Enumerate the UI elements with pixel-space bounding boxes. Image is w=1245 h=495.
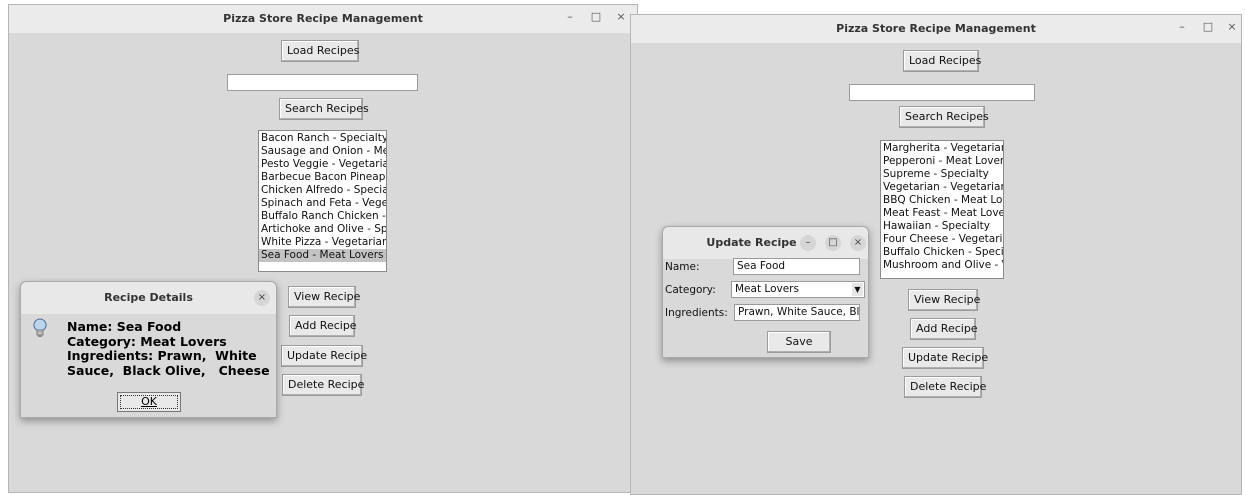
recipe-list-item[interactable]: BBQ Chicken - Meat Lovers	[881, 194, 1003, 207]
recipe-list-item[interactable]: Margherita - Vegetarian	[881, 142, 1003, 155]
recipe-details-message: Name: Sea Food Category: Meat Lovers Ing…	[67, 319, 285, 378]
recipe-list-item[interactable]: Barbecue Bacon Pineapple	[259, 171, 386, 184]
recipe-listbox[interactable]: Bacon Ranch - Specialty Sausage and Onion…	[258, 130, 387, 272]
recipe-list-item[interactable]: Supreme - Specialty	[881, 168, 1003, 181]
recipe-list-item[interactable]: Buffalo Ranch Chicken -	[259, 210, 386, 223]
left-app-window: Pizza Store Recipe Management – □ × Load…	[8, 4, 638, 493]
name-label: Name:	[665, 261, 700, 273]
recipe-list-item[interactable]: Spinach and Feta - Vegetarian	[259, 197, 386, 210]
maximize-icon[interactable]: □	[825, 235, 841, 251]
maximize-icon[interactable]: □	[589, 10, 603, 23]
ingredients-field[interactable]: Prawn, White Sauce, Black Olive, Cheese	[734, 304, 860, 321]
close-icon[interactable]: ×	[254, 290, 270, 306]
ok-button[interactable]: OK	[117, 392, 181, 412]
view-recipe-button[interactable]: View Recipe	[288, 286, 360, 308]
load-recipes-button[interactable]: Load Recipes	[281, 40, 359, 62]
name-field[interactable]: Sea Food	[733, 258, 860, 275]
category-label: Category:	[665, 284, 716, 296]
close-icon[interactable]: ×	[850, 235, 866, 251]
search-recipes-button[interactable]: Search Recipes	[899, 106, 989, 128]
search-input[interactable]	[849, 84, 1035, 101]
recipe-list-item[interactable]: Bacon Ranch - Specialty	[259, 132, 386, 145]
recipe-list-item[interactable]: Mushroom and Olive - Vegetarian	[881, 259, 1003, 272]
add-recipe-button[interactable]: Add Recipe	[289, 315, 357, 337]
ok-label: OK	[141, 395, 157, 408]
window-title: Pizza Store Recipe Management	[223, 12, 423, 25]
search-input[interactable]	[227, 74, 418, 91]
delete-recipe-button[interactable]: Delete Recipe	[282, 374, 364, 396]
recipe-list-item[interactable]: Chicken Alfredo - Specialty	[259, 184, 386, 197]
window-title: Pizza Store Recipe Management	[836, 22, 1036, 35]
load-recipes-button[interactable]: Load Recipes	[903, 50, 981, 72]
left-title-bar: Pizza Store Recipe Management – □ ×	[9, 5, 637, 33]
ingredients-label: Ingredients:	[665, 307, 728, 319]
update-recipe-button[interactable]: Update Recipe	[281, 345, 367, 367]
recipe-list-item[interactable]: Vegetarian - Vegetarian	[881, 181, 1003, 194]
dialog-title-bar: Update Recipe – □ ×	[663, 227, 868, 259]
minimize-icon[interactable]: –	[800, 235, 816, 251]
save-button[interactable]: Save	[767, 331, 831, 353]
detail-line-category: Category: Meat Lovers	[67, 333, 227, 349]
recipe-list-item[interactable]: Four Cheese - Vegetarian	[881, 233, 1003, 246]
lightbulb-icon	[33, 318, 47, 340]
recipe-list-item[interactable]: Artichoke and Olive - Specialty	[259, 223, 386, 236]
recipe-list-item[interactable]: Pepperoni - Meat Lovers	[881, 155, 1003, 168]
recipe-listbox[interactable]: Margherita - Vegetarian Pepperoni - Meat …	[880, 140, 1004, 279]
recipe-list-item[interactable]: Sausage and Onion - Meat Lovers	[259, 145, 386, 158]
recipe-list-item[interactable]: Meat Feast - Meat Lovers	[881, 207, 1003, 220]
recipe-list-item[interactable]: Pesto Veggie - Vegetarian	[259, 158, 386, 171]
recipe-list-item[interactable]: White Pizza - Vegetarian	[259, 236, 386, 249]
chevron-down-icon[interactable]: ▼	[852, 283, 863, 296]
detail-line-name: Name: Sea Food	[67, 319, 182, 334]
update-recipe-button[interactable]: Update Recipe	[902, 347, 988, 369]
close-icon[interactable]: ×	[614, 10, 628, 23]
view-recipe-button[interactable]: View Recipe	[908, 289, 980, 311]
update-recipe-dialog: Update Recipe – □ × Name: Sea Food Categ…	[662, 226, 869, 358]
category-value: Meat Lovers	[735, 283, 799, 295]
recipe-list-item[interactable]: Sea Food - Meat Lovers	[259, 249, 386, 262]
dialog-title: Recipe Details	[104, 291, 193, 304]
add-recipe-button[interactable]: Add Recipe	[910, 318, 978, 340]
dialog-title-bar: Recipe Details ×	[21, 282, 276, 314]
search-recipes-button[interactable]: Search Recipes	[279, 98, 369, 120]
delete-recipe-button[interactable]: Delete Recipe	[904, 376, 986, 398]
recipe-list-item[interactable]: Hawaiian - Specialty	[881, 220, 1003, 233]
recipe-details-dialog: Recipe Details × Name: Sea Food Category…	[20, 281, 277, 418]
maximize-icon[interactable]: □	[1201, 20, 1215, 33]
minimize-icon[interactable]: –	[1175, 20, 1189, 33]
detail-line-ingredients-cont: Sauce, Black Olive, Cheese	[67, 362, 270, 378]
right-title-bar: Pizza Store Recipe Management – □ ×	[631, 15, 1241, 43]
recipe-list-item[interactable]: Buffalo Chicken - Specialty	[881, 246, 1003, 259]
category-select[interactable]: Meat Lovers ▼	[731, 281, 865, 298]
minimize-icon[interactable]: –	[563, 10, 577, 23]
detail-line-ingredients: Ingredients: Prawn, White	[67, 348, 257, 363]
close-icon[interactable]: ×	[1225, 20, 1239, 33]
